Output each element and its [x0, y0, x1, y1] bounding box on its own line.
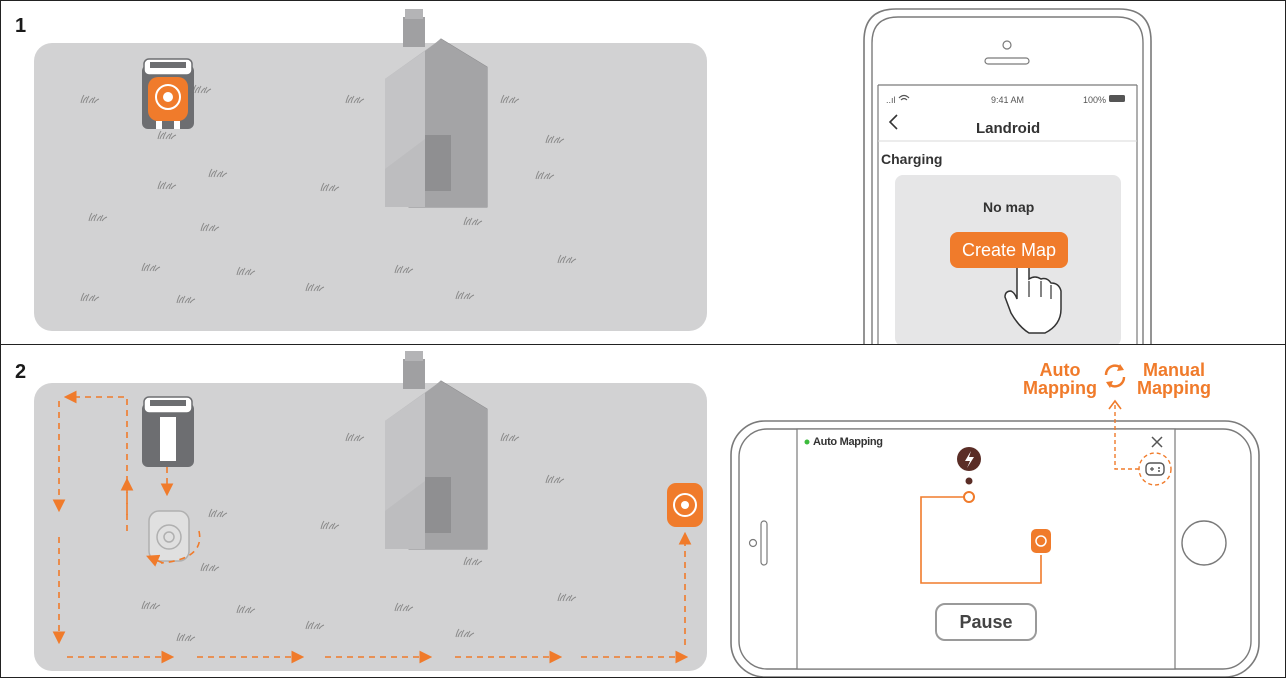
phone-portrait-illustration [863, 8, 1152, 344]
step-2-panel: 2 Auto Mapping Manual Mapping Auto Mappi… [0, 344, 1286, 678]
create-map-button[interactable]: Create Map [950, 232, 1068, 268]
auto-mapping-label: Auto Mapping [1023, 360, 1097, 398]
house-illustration [384, 8, 488, 208]
robot-position-icon [1031, 529, 1051, 553]
grass-tufts [141, 432, 577, 642]
status-dot-icon [804, 439, 810, 445]
step-1-panel: 1 ..ıl 9:41 AM 100% Landroid Charging No… [0, 0, 1286, 345]
swap-arrows-icon [1104, 364, 1126, 388]
status-signal: ..ıl [886, 95, 896, 105]
status-label: Charging [881, 151, 943, 167]
robot-mower [667, 483, 703, 527]
house-illustration [384, 350, 488, 550]
robot-ghost [148, 510, 190, 562]
status-battery: 100% [1083, 95, 1107, 105]
scene-illustration [80, 8, 1152, 344]
status-time: 9:41 AM [991, 95, 1025, 105]
battery-icon [1109, 95, 1125, 102]
manual-mapping-label: Manual Mapping [1137, 360, 1211, 398]
screen-title: Landroid [976, 120, 1041, 137]
no-map-message: No map [983, 199, 1035, 215]
mode-label: Auto Mapping [813, 436, 883, 448]
charging-station-empty [142, 396, 194, 467]
charging-station-with-robot [142, 58, 194, 129]
pause-button[interactable]: Pause [935, 603, 1037, 641]
